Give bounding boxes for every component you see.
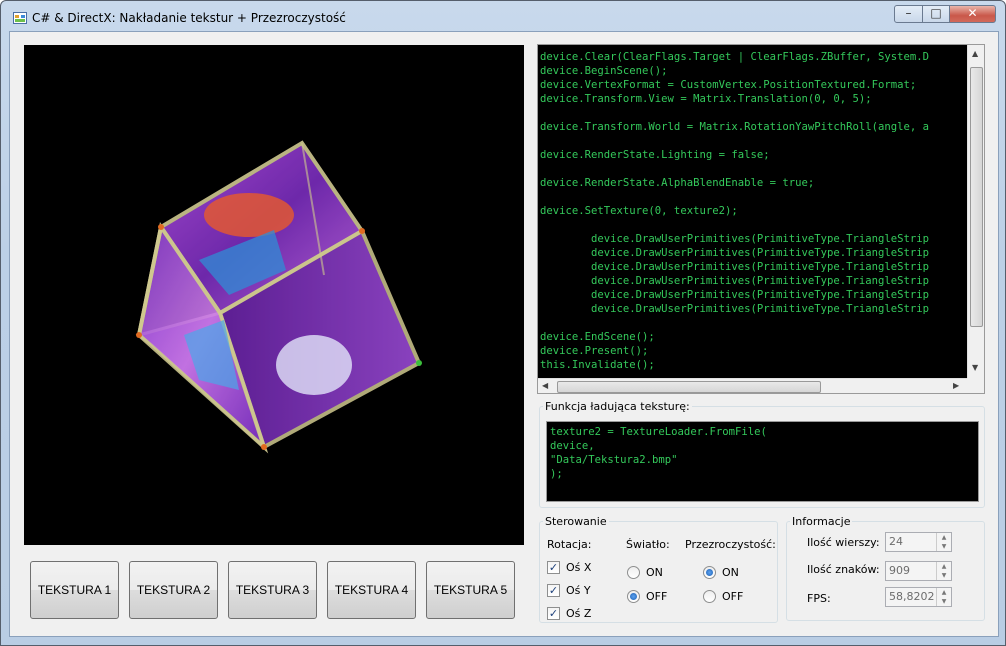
minimize-button[interactable]: –	[894, 5, 923, 23]
transparency-on-label: ON	[722, 566, 739, 579]
loader-code[interactable]: texture2 = TextureLoader.FromFile( device…	[546, 421, 979, 502]
texture-3-button[interactable]: TEKSTURA 3	[228, 561, 317, 619]
fps-label: FPS:	[807, 592, 831, 605]
char-count-value: 909	[889, 564, 910, 577]
code-line: device.SetTexture(0, texture2);	[540, 205, 738, 217]
scroll-right-icon[interactable]: ▶	[953, 381, 959, 391]
row-count-field[interactable]: 24 ▲ ▼	[885, 532, 952, 552]
code-line: device.Transform.View = Matrix.Translati…	[540, 93, 872, 105]
checkbox-axis-y[interactable]: ✓	[547, 584, 560, 597]
info-group-label: Informacje	[790, 515, 853, 528]
transparency-off-radio[interactable]	[703, 590, 716, 603]
fps-spinner[interactable]: ▲ ▼	[936, 588, 951, 606]
code-line: device.Transform.World = Matrix.Rotation…	[540, 121, 930, 133]
char-count-spinner[interactable]: ▲ ▼	[936, 562, 951, 580]
transparency-on-radio[interactable]	[703, 566, 716, 579]
code-line: device.EndScene();	[540, 331, 655, 343]
loader-code-line: );	[550, 468, 563, 480]
char-count-label: Ilość znaków:	[807, 563, 880, 576]
code-line: device.BeginScene();	[540, 65, 668, 77]
code-line: device.DrawUserPrimitives(PrimitiveType.…	[540, 261, 930, 273]
scroll-down-icon[interactable]: ▼	[972, 363, 978, 373]
code-line: device.DrawUserPrimitives(PrimitiveType.…	[540, 275, 930, 287]
code-line: device.DrawUserPrimitives(PrimitiveType.…	[540, 289, 930, 301]
app-icon	[13, 12, 27, 24]
texture-4-button[interactable]: TEKSTURA 4	[327, 561, 416, 619]
scroll-corner	[967, 378, 984, 393]
loader-code-line: "Data/Tekstura2.bmp"	[550, 454, 678, 466]
scroll-up-icon[interactable]: ▲	[972, 49, 978, 59]
light-off-radio[interactable]	[627, 590, 640, 603]
fps-field[interactable]: 58,8202 ▲ ▼	[885, 587, 952, 607]
code-line: device.DrawUserPrimitives(PrimitiveType.…	[540, 303, 930, 315]
checkbox-axis-z[interactable]: ✓	[547, 607, 560, 620]
rotation-label: Rotacja:	[547, 538, 592, 551]
code-line: device.RenderState.AlphaBlendEnable = tr…	[540, 177, 815, 189]
vertical-scrollbar[interactable]: ▲ ▼	[967, 45, 984, 378]
window-title: C# & DirectX: Nakładanie tekstur + Przez…	[32, 11, 346, 25]
client-area: TEKSTURA 1 TEKSTURA 2 TEKSTURA 3 TEKSTUR…	[9, 31, 999, 637]
loader-label: Funkcja ładująca teksturę:	[543, 400, 692, 413]
code-text: device.Clear(ClearFlags.Target | ClearFl…	[540, 50, 966, 376]
scroll-left-icon[interactable]: ◀	[542, 381, 548, 391]
maximize-button[interactable]: □	[922, 5, 950, 23]
axis-z-label: Oś Z	[566, 607, 592, 620]
light-label: Światło:	[626, 538, 670, 551]
loader-code-line: device,	[550, 440, 595, 452]
code-line: device.RenderState.Lighting = false;	[540, 149, 770, 161]
controls-group-label: Sterowanie	[543, 515, 609, 528]
code-line: device.Present();	[540, 345, 649, 357]
code-line: device.DrawUserPrimitives(PrimitiveType.…	[540, 233, 930, 245]
texture-5-button[interactable]: TEKSTURA 5	[426, 561, 515, 619]
vertical-scroll-thumb[interactable]	[970, 67, 983, 327]
app-window: C# & DirectX: Nakładanie tekstur + Przez…	[0, 0, 1006, 646]
code-listing[interactable]: device.Clear(ClearFlags.Target | ClearFl…	[537, 44, 985, 394]
texture-2-button[interactable]: TEKSTURA 2	[129, 561, 218, 619]
light-off-label: OFF	[646, 590, 668, 603]
close-button[interactable]: ✕	[949, 5, 996, 23]
textured-cube-icon	[135, 140, 422, 454]
transparency-off-label: OFF	[722, 590, 744, 603]
row-count-label: Ilość wierszy:	[807, 536, 880, 549]
axis-x-label: Oś X	[566, 561, 592, 574]
axis-y-label: Oś Y	[566, 584, 591, 597]
row-count-spinner[interactable]: ▲ ▼	[936, 533, 951, 551]
checkbox-axis-x[interactable]: ✓	[547, 561, 560, 574]
light-on-label: ON	[646, 566, 663, 579]
texture-1-button[interactable]: TEKSTURA 1	[30, 561, 119, 619]
title-bar[interactable]: C# & DirectX: Nakładanie tekstur + Przez…	[1, 1, 1005, 33]
row-count-value: 24	[889, 535, 903, 548]
horizontal-scroll-thumb[interactable]	[557, 381, 821, 393]
code-line: device.VertexFormat = CustomVertex.Posit…	[540, 79, 917, 91]
transparency-label: Przezroczystość:	[685, 538, 776, 551]
light-on-radio[interactable]	[627, 566, 640, 579]
fps-value: 58,8202	[889, 590, 935, 603]
render-viewport[interactable]	[24, 45, 524, 545]
horizontal-scrollbar[interactable]: ◀ ▶	[538, 378, 967, 393]
char-count-field[interactable]: 909 ▲ ▼	[885, 561, 952, 581]
loader-code-line: texture2 = TextureLoader.FromFile(	[550, 426, 767, 438]
code-line: device.Clear(ClearFlags.Target | ClearFl…	[540, 51, 930, 63]
code-line: device.DrawUserPrimitives(PrimitiveType.…	[540, 247, 930, 259]
code-line: this.Invalidate();	[540, 359, 655, 371]
